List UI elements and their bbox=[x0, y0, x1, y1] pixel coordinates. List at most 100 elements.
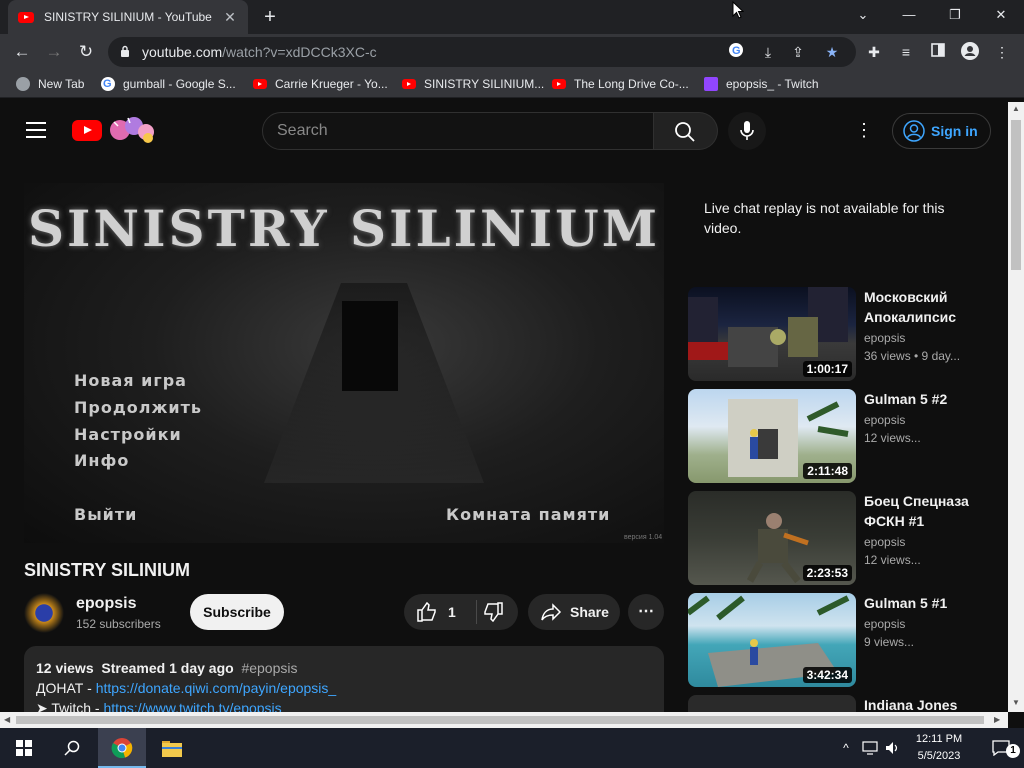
like-button[interactable]: 1 bbox=[416, 602, 472, 622]
like-dislike-group: 1 bbox=[404, 594, 518, 630]
chrome-menu-icon[interactable]: ⋮ bbox=[992, 42, 1012, 62]
clock-time: 12:11 PM bbox=[915, 733, 963, 745]
system-clock[interactable]: 12:11 PM 5/5/2023 bbox=[904, 731, 974, 765]
back-button[interactable]: ← bbox=[8, 38, 36, 66]
browser-toolbar: ← → ↻ youtube.com/watch?v=xdDCCk3XC-c G … bbox=[0, 34, 1024, 70]
twitch-link[interactable]: https://www.twitch.tv/epopsis bbox=[103, 700, 281, 712]
install-app-icon[interactable]: ⤓ bbox=[758, 42, 778, 62]
scrollbar-thumb[interactable] bbox=[1011, 120, 1021, 270]
close-window-button[interactable]: ✕ bbox=[978, 0, 1024, 30]
recommended-video[interactable]: 3:42:34 Gulman 5 #1 epopsis 9 views... bbox=[688, 593, 988, 687]
video-channel[interactable]: epopsis bbox=[864, 413, 905, 427]
bookmark-twitch[interactable]: epopsis_ - Twitch bbox=[704, 76, 819, 92]
reload-button[interactable]: ↻ bbox=[72, 38, 100, 66]
youtube-logo[interactable] bbox=[72, 120, 102, 141]
video-channel[interactable]: epopsis bbox=[864, 617, 905, 631]
youtube-header: ⋮ Sign in bbox=[0, 102, 1008, 158]
scroll-left-arrow-icon[interactable]: ◀ bbox=[4, 715, 10, 724]
tab-youtube[interactable]: SINISTRY SILINIUM - YouTube ✕ bbox=[8, 0, 248, 34]
voice-search-button[interactable] bbox=[728, 112, 766, 150]
game-version: версия 1.04 bbox=[624, 534, 663, 541]
taskbar-chrome[interactable] bbox=[98, 728, 146, 768]
forward-button[interactable]: → bbox=[40, 38, 68, 66]
restore-button[interactable]: ❐ bbox=[932, 0, 978, 30]
subscribe-button[interactable]: Subscribe bbox=[190, 594, 284, 630]
video-title[interactable]: Gulman 5 #2 bbox=[864, 389, 984, 409]
close-tab-icon[interactable]: ✕ bbox=[222, 9, 238, 26]
recommended-video[interactable]: 2:23:53 Боец Спецназа ФСКН #1 epopsis 12… bbox=[688, 491, 988, 585]
live-chat-notice: Live chat replay is not available for th… bbox=[704, 200, 945, 236]
video-title[interactable]: Боец Спецназа ФСКН #1 bbox=[864, 491, 984, 531]
bookmark-gumball[interactable]: gumball - Google S... bbox=[101, 76, 236, 92]
bookmark-long-drive[interactable]: The Long Drive Co-... bbox=[552, 76, 689, 92]
video-channel[interactable]: epopsis bbox=[864, 331, 905, 345]
settings-more-icon[interactable]: ⋮ bbox=[852, 118, 876, 142]
share-icon bbox=[541, 603, 562, 621]
channel-avatar[interactable] bbox=[24, 593, 64, 633]
video-title[interactable]: Indiana Jones bbox=[864, 695, 984, 712]
show-hidden-icons-icon[interactable]: ^ bbox=[836, 728, 856, 768]
search-input[interactable] bbox=[277, 121, 637, 141]
tab-search-button[interactable]: ⌄ bbox=[840, 0, 886, 30]
svg-text:G: G bbox=[732, 45, 741, 57]
video-thumbnail[interactable] bbox=[688, 695, 856, 712]
youtube-icon bbox=[253, 79, 267, 89]
video-thumbnail[interactable]: 1:00:17 bbox=[688, 287, 856, 381]
share-page-icon[interactable]: ⇪ bbox=[788, 42, 808, 62]
video-thumbnail[interactable]: 3:42:34 bbox=[688, 593, 856, 687]
side-panel-icon[interactable] bbox=[928, 42, 948, 62]
minimize-button[interactable]: — bbox=[886, 0, 932, 30]
vertical-scrollbar[interactable]: ▲ ▼ bbox=[1008, 102, 1024, 712]
network-icon[interactable] bbox=[858, 728, 882, 768]
hashtag-link[interactable]: #epopsis bbox=[241, 660, 297, 676]
volume-icon[interactable] bbox=[882, 728, 904, 768]
bookmark-carrie-krueger[interactable]: Carrie Krueger - Yo... bbox=[253, 76, 388, 92]
sign-in-button[interactable]: Sign in bbox=[892, 113, 991, 149]
recommended-video[interactable]: Indiana Jones bbox=[688, 695, 988, 712]
microphone-icon bbox=[740, 121, 754, 140]
share-button[interactable]: Share bbox=[528, 594, 620, 630]
horizontal-scrollbar[interactable]: ◀ ▶ bbox=[0, 712, 1008, 728]
google-lens-icon[interactable]: G bbox=[726, 42, 746, 62]
video-player[interactable]: SINISTRY SILINIUM Новая игра Продолжить … bbox=[24, 183, 664, 543]
extensions-icon[interactable]: ✚ bbox=[864, 42, 884, 62]
new-tab-button[interactable]: + bbox=[258, 6, 282, 28]
twitch-icon bbox=[704, 77, 718, 91]
search-button[interactable] bbox=[654, 112, 718, 150]
address-bar[interactable]: youtube.com/watch?v=xdDCCk3XC-c G ⤓ ⇪ ★ bbox=[108, 37, 856, 67]
youtube-doodle-icon[interactable] bbox=[106, 114, 158, 144]
video-title[interactable]: Gulman 5 #1 bbox=[864, 593, 984, 613]
bookmark-star-icon[interactable]: ★ bbox=[822, 42, 842, 62]
youtube-icon bbox=[402, 79, 416, 89]
notification-center-button[interactable]: 1 bbox=[980, 728, 1024, 768]
description-meta: 12 views Streamed 1 day ago #epopsis bbox=[36, 660, 298, 676]
video-channel[interactable]: epopsis bbox=[864, 535, 905, 549]
like-count: 1 bbox=[448, 604, 456, 620]
video-title[interactable]: Московский Апокалипсис bbox=[864, 287, 984, 327]
search-box bbox=[262, 112, 654, 150]
bookmark-new-tab[interactable]: New Tab bbox=[16, 76, 84, 92]
scroll-right-arrow-icon[interactable]: ▶ bbox=[994, 715, 1000, 724]
media-control-icon[interactable]: ≡ bbox=[896, 42, 916, 62]
more-actions-button[interactable]: ⋯ bbox=[628, 594, 664, 630]
taskbar-search-button[interactable] bbox=[48, 728, 96, 768]
video-thumbnail[interactable]: 2:23:53 bbox=[688, 491, 856, 585]
start-button[interactable] bbox=[0, 728, 48, 768]
taskbar-file-explorer[interactable] bbox=[148, 728, 196, 768]
scrollbar-thumb[interactable] bbox=[16, 716, 984, 724]
menu-icon[interactable] bbox=[26, 122, 46, 138]
recommended-video[interactable]: 1:00:17 Московский Апокалипсис epopsis 3… bbox=[688, 287, 988, 381]
game-menu-info: Инфо bbox=[74, 451, 130, 470]
description-box[interactable]: 12 views Streamed 1 day ago #epopsis ДОН… bbox=[24, 646, 664, 712]
dislike-button[interactable] bbox=[482, 602, 504, 623]
chrome-icon bbox=[111, 738, 133, 759]
channel-name[interactable]: epopsis bbox=[76, 595, 136, 613]
scroll-up-arrow-icon[interactable]: ▲ bbox=[1012, 104, 1020, 113]
video-thumbnail[interactable]: 2:11:48 bbox=[688, 389, 856, 483]
bookmark-sinistry[interactable]: SINISTRY SILINIUM... bbox=[402, 76, 544, 92]
recommended-video[interactable]: 2:11:48 Gulman 5 #2 epopsis 12 views... bbox=[688, 389, 988, 483]
scroll-down-arrow-icon[interactable]: ▼ bbox=[1012, 698, 1020, 707]
profile-icon[interactable] bbox=[960, 42, 980, 62]
subscriber-count: 152 subscribers bbox=[76, 617, 161, 631]
donate-link[interactable]: https://donate.qiwi.com/payin/epopsis_ bbox=[96, 680, 336, 696]
